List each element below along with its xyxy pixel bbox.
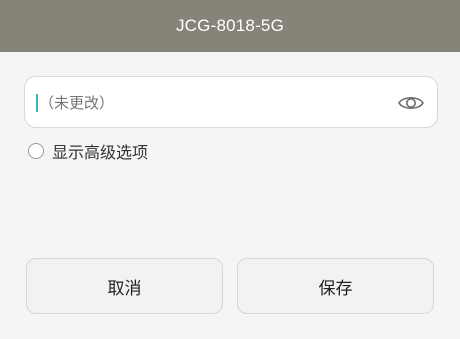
text-caret	[36, 94, 38, 112]
advanced-options-label: 显示高级选项	[52, 143, 149, 162]
show-advanced-options[interactable]: 显示高级选项	[28, 140, 148, 162]
eye-icon[interactable]	[398, 92, 424, 114]
advanced-options-radio[interactable]	[28, 143, 44, 159]
save-button[interactable]: 保存	[237, 258, 434, 314]
dialog-header: JCG-8018-5G	[0, 0, 460, 52]
password-field[interactable]	[24, 76, 438, 129]
cancel-button[interactable]: 取消	[26, 258, 223, 314]
password-input[interactable]	[39, 77, 399, 129]
network-name-title: JCG-8018-5G	[175, 16, 285, 35]
